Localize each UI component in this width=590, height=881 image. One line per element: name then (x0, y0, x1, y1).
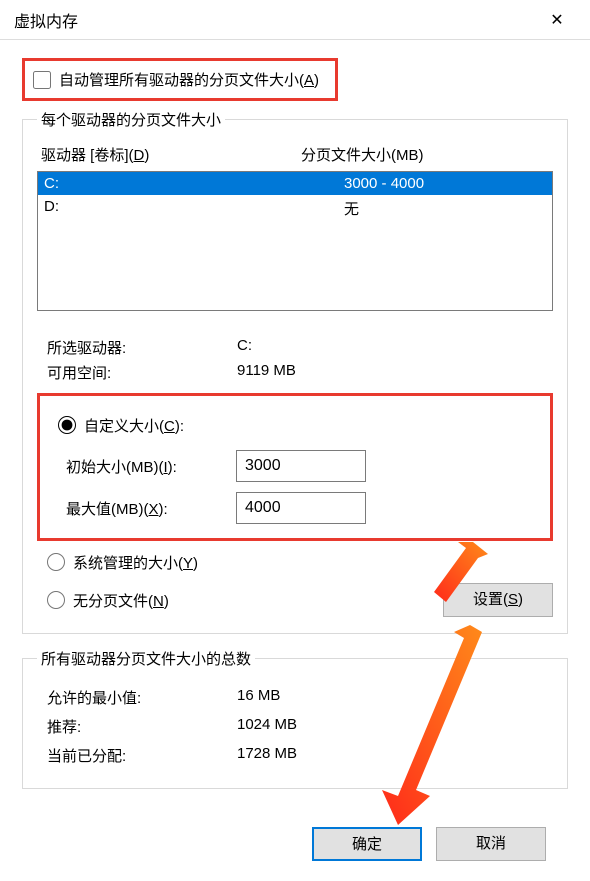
rec-value: 1024 MB (237, 716, 553, 737)
custom-size-highlight: 自定义大小(C): 初始大小(MB)(I): 最大值(MB)(X): (37, 393, 553, 541)
cur-value: 1728 MB (237, 745, 553, 766)
max-size-row: 最大值(MB)(X): (66, 492, 542, 524)
titlebar: 虚拟内存 ✕ (0, 0, 590, 40)
rec-label: 推荐: (47, 716, 237, 737)
cur-label: 当前已分配: (47, 745, 237, 766)
initial-size-label: 初始大小(MB)(I): (66, 456, 236, 477)
cancel-button[interactable]: 取消 (436, 827, 546, 861)
min-label: 允许的最小值: (47, 687, 237, 708)
system-managed-label: 系统管理的大小(Y) (73, 552, 198, 573)
no-pagefile-radio[interactable] (47, 591, 65, 609)
selected-drive-row: 所选驱动器: C: (47, 337, 553, 358)
window-title: 虚拟内存 (14, 8, 78, 32)
selected-drive-label: 所选驱动器: (47, 337, 237, 358)
free-space-row: 可用空间: 9119 MB (47, 362, 553, 383)
free-space-value: 9119 MB (237, 362, 553, 383)
header-drive: 驱动器 [卷标](D) (41, 144, 301, 165)
auto-manage-checkbox[interactable] (33, 71, 51, 89)
totals-legend: 所有驱动器分页文件大小的总数 (37, 648, 255, 669)
initial-size-input[interactable] (236, 450, 366, 482)
system-managed-radio-row[interactable]: 系统管理的大小(Y) (47, 547, 553, 577)
auto-manage-checkbox-row[interactable]: 自动管理所有驱动器的分页文件大小(A) (22, 58, 338, 101)
initial-size-row: 初始大小(MB)(I): (66, 450, 542, 482)
header-size: 分页文件大小(MB) (301, 144, 553, 165)
selected-drive-value: C: (237, 337, 553, 358)
close-icon: ✕ (550, 10, 563, 30)
min-value: 16 MB (237, 687, 553, 708)
custom-size-label: 自定义大小(C): (84, 415, 184, 436)
cur-row: 当前已分配: 1728 MB (47, 745, 553, 766)
drive-size: 3000 - 4000 (344, 175, 546, 192)
min-row: 允许的最小值: 16 MB (47, 687, 553, 708)
ok-button[interactable]: 确定 (312, 827, 422, 861)
custom-size-radio-row[interactable]: 自定义大小(C): (58, 410, 542, 440)
totals-group: 所有驱动器分页文件大小的总数 允许的最小值: 16 MB 推荐: 1024 MB… (22, 648, 568, 789)
system-managed-radio[interactable] (47, 553, 65, 571)
max-size-label: 最大值(MB)(X): (66, 498, 236, 519)
drive-row-c[interactable]: C: 3000 - 4000 (38, 172, 552, 195)
free-space-label: 可用空间: (47, 362, 237, 383)
per-drive-group: 每个驱动器的分页文件大小 驱动器 [卷标](D) 分页文件大小(MB) C: 3… (22, 109, 568, 634)
custom-size-radio[interactable] (58, 416, 76, 434)
drive-letter: D: (44, 198, 344, 219)
no-pagefile-label: 无分页文件(N) (73, 590, 169, 611)
close-button[interactable]: ✕ (534, 4, 580, 36)
drive-row-d[interactable]: D: 无 (38, 195, 552, 222)
max-size-input[interactable] (236, 492, 366, 524)
drive-list[interactable]: C: 3000 - 4000 D: 无 (37, 171, 553, 311)
drive-list-header: 驱动器 [卷标](D) 分页文件大小(MB) (41, 144, 553, 165)
drive-letter: C: (44, 175, 344, 192)
auto-manage-label: 自动管理所有驱动器的分页文件大小(A) (59, 69, 319, 90)
drive-size: 无 (344, 198, 546, 219)
rec-row: 推荐: 1024 MB (47, 716, 553, 737)
per-drive-legend: 每个驱动器的分页文件大小 (37, 109, 225, 130)
no-pagefile-radio-row[interactable]: 无分页文件(N) (47, 585, 169, 615)
set-button[interactable]: 设置(S) (443, 583, 553, 617)
